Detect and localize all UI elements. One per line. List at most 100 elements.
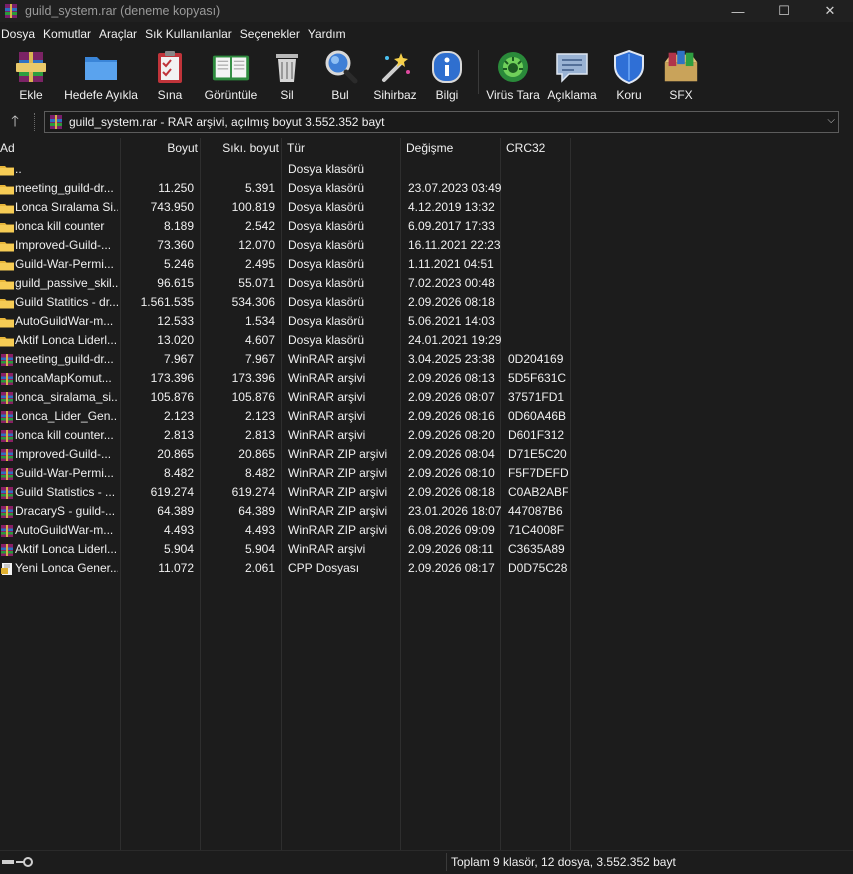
column-size-header[interactable]: Boyut	[122, 138, 198, 159]
delete-button[interactable]: Sil	[262, 46, 312, 104]
column-type-header[interactable]: Tür	[287, 138, 305, 159]
file-row[interactable]: Lonca Sıralama Si... 743.950 100.819 Dosya …	[0, 198, 853, 217]
file-crc	[508, 312, 568, 331]
minimize-button[interactable]: —	[715, 0, 761, 22]
file-type: WinRAR arşivi	[288, 428, 366, 442]
file-row[interactable]: loncaMapKomut... 173.396 173.396 WinRAR arş…	[0, 369, 853, 388]
wizard-button[interactable]: Sihirbaz	[368, 46, 422, 104]
file-row[interactable]: meeting_guild-dr... 11.250 5.391 Dosya klas…	[0, 179, 853, 198]
file-name: Lonca Sıralama Si...	[15, 200, 118, 214]
file-row[interactable]: guild_passive_skil... 96.615 55.071 Dosya k…	[0, 274, 853, 293]
file-modified: 24.01.2021 19:29	[408, 333, 502, 347]
file-type: CPP Dosyası	[288, 561, 360, 575]
file-row[interactable]: Guild-War-Permi... 8.482 8.482 WinRAR ZIP a…	[0, 464, 853, 483]
menu-secenekler[interactable]: Seçenekler	[239, 27, 307, 41]
file-size: 2.813	[163, 428, 194, 442]
archive-icon	[1, 410, 13, 423]
file-size: 1.561.535	[140, 295, 194, 309]
file-name-cell: meeting_guild-dr...	[0, 179, 118, 198]
file-type: WinRAR arşivi	[288, 390, 366, 404]
file-type: Dosya klasörü	[288, 276, 365, 290]
file-row[interactable]: Guild Statistics - ... 619.274 619.274 WinR…	[0, 483, 853, 502]
file-name: lonca kill counter	[15, 219, 105, 233]
add-archive-icon	[11, 48, 51, 86]
file-row[interactable]: Guild Statitics - dr... 1.561.535 534.306 D…	[0, 293, 853, 312]
file-crc	[508, 179, 568, 198]
file-modified: 2.09.2026 08:11	[408, 542, 494, 556]
menu-dosya[interactable]: Dosya	[0, 27, 42, 41]
file-size: 619.274	[150, 485, 194, 499]
file-row[interactable]: Aktif Lonca Liderl... 13.020 4.607 Dosya kl…	[0, 331, 853, 350]
file-row[interactable]: lonca kill counter... 2.813 2.813 WinRAR ar…	[0, 426, 853, 445]
file-type: WinRAR ZIP arşivi	[288, 485, 388, 499]
file-row[interactable]: Improved-Guild-... 20.865 20.865 WinRAR ZIP…	[0, 445, 853, 464]
up-folder-button[interactable]: 🡑	[6, 113, 24, 131]
file-row[interactable]: AutoGuildWar-m... 12.533 1.534 Dosya klasör…	[0, 312, 853, 331]
extract-to-button[interactable]: Hedefe Ayıkla	[62, 46, 140, 104]
file-crc: 0D204169	[508, 352, 564, 366]
file-modified: 23.01.2026 18:07	[408, 504, 502, 518]
file-size: 96.615	[157, 276, 194, 290]
file-row[interactable]: Aktif Lonca Liderl... 5.904 5.904 WinRAR ar…	[0, 540, 853, 559]
file-crc: C0AB2ABF	[508, 485, 568, 499]
test-button[interactable]: Sına	[140, 46, 200, 104]
maximize-button[interactable]: ☐	[761, 0, 807, 22]
address-bar[interactable]: guild_system.rar - RAR arşivi, açılmış b…	[44, 111, 839, 133]
comment-button[interactable]: Açıklama	[541, 46, 603, 104]
find-button[interactable]: Bul	[312, 46, 368, 104]
menu-araclar[interactable]: Araçlar	[98, 27, 144, 41]
file-row[interactable]: AutoGuildWar-m... 4.493 4.493 WinRAR ZIP ar…	[0, 521, 853, 540]
add-button[interactable]: Ekle	[0, 46, 62, 104]
wizard-wand-icon	[375, 48, 415, 86]
column-modified-header[interactable]: Değişme	[406, 138, 453, 159]
file-row[interactable]: Lonca_Lider_Gen... 2.123 2.123 WinRAR arşiv…	[0, 407, 853, 426]
file-type: Dosya klasörü	[288, 162, 365, 176]
menu-komutlar[interactable]: Komutlar	[42, 27, 98, 41]
file-name-cell: guild_passive_skil...	[0, 274, 118, 293]
column-name-header[interactable]: Ad	[0, 138, 15, 159]
status-separator	[446, 853, 447, 871]
menu-bar: Dosya Komutlar Araçlar Sık Kullanılanlar…	[0, 24, 853, 44]
file-row[interactable]: Yeni Lonca Gener... 11.072 2.061 CPP Dosyas…	[0, 559, 853, 578]
virus-scan-button[interactable]: Virüs Tara	[485, 46, 541, 104]
protect-label: Koru	[616, 88, 642, 102]
file-row[interactable]: lonca_siralama_si... 105.876 105.876 WinRAR…	[0, 388, 853, 407]
folder-icon	[0, 203, 14, 213]
file-packed-size: 534.306	[231, 295, 275, 309]
view-button[interactable]: Görüntüle	[200, 46, 262, 104]
folder-icon	[0, 241, 14, 251]
file-name: lonca kill counter...	[15, 428, 114, 442]
info-label: Bilgi	[435, 88, 459, 102]
file-row[interactable]: Guild-War-Permi... 5.246 2.495 Dosya klasör…	[0, 255, 853, 274]
view-label: Görüntüle	[204, 88, 258, 102]
info-button[interactable]: Bilgi	[422, 46, 472, 104]
archive-icon	[1, 467, 13, 480]
column-packed-header[interactable]: Sıkı. boyut	[202, 138, 279, 159]
menu-yardim[interactable]: Yardım	[307, 27, 353, 41]
menu-sik-kullanilanlar[interactable]: Sık Kullanılanlar	[144, 27, 239, 41]
file-packed-size: 2.123	[244, 409, 275, 423]
chevron-down-icon[interactable]: ⌵	[827, 115, 835, 126]
shield-icon	[609, 48, 649, 86]
file-type: WinRAR ZIP arşivi	[288, 466, 388, 480]
archive-icon	[1, 543, 13, 556]
protect-button[interactable]: Koru	[603, 46, 655, 104]
address-text: guild_system.rar - RAR arşivi, açılmış b…	[69, 115, 385, 129]
file-row[interactable]: Improved-Guild-... 73.360 12.070 Dosya klas…	[0, 236, 853, 255]
file-row[interactable]: DracaryS - guild-... 64.389 64.389 WinRAR Z…	[0, 502, 853, 521]
sfx-button[interactable]: SFX	[655, 46, 707, 104]
file-row[interactable]: lonca kill counter 8.189 2.542 Dosya klasör…	[0, 217, 853, 236]
file-name-cell: lonca kill counter	[0, 217, 118, 236]
file-size: 7.967	[163, 352, 194, 366]
file-modified: 2.09.2026 08:07	[408, 390, 495, 404]
file-row[interactable]: .. Dosya klasörü	[0, 160, 853, 179]
file-name-cell: Yeni Lonca Gener...	[0, 559, 118, 578]
file-row[interactable]: meeting_guild-dr... 7.967 7.967 WinRAR arşi…	[0, 350, 853, 369]
file-name-cell: Lonca Sıralama Si...	[0, 198, 118, 217]
virus-scan-label: Virüs Tara	[486, 88, 540, 102]
file-name-cell: Guild Statistics - ...	[0, 483, 118, 502]
file-packed-size: 619.274	[231, 485, 275, 499]
column-crc-header[interactable]: CRC32	[506, 138, 545, 159]
close-button[interactable]: ✕	[807, 0, 853, 22]
sfx-box-icon	[661, 48, 701, 86]
